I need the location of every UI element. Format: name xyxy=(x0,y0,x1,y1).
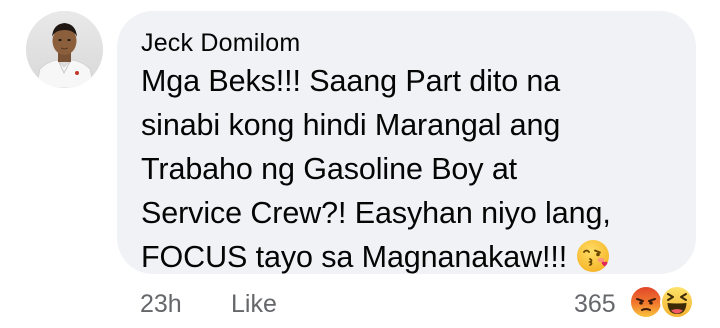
comment-text: Mga Beks!!! Saang Part dito na sinabi ko… xyxy=(141,59,689,286)
comment-timestamp[interactable]: 23h xyxy=(140,288,182,320)
comment-text-line: Service Crew?! Easyhan niyo lang, xyxy=(141,196,611,230)
comment-text-line-content: FOCUS tayo sa Magnanakaw!!! xyxy=(141,240,568,274)
comment-text-line-last: FOCUS tayo sa Magnanakaw!!! xyxy=(141,235,689,286)
haha-reaction-icon xyxy=(659,284,695,320)
face-blowing-kiss-icon xyxy=(575,238,611,286)
comment-text-line: sinabi kong hindi Marangal ang xyxy=(141,108,561,142)
reaction-count[interactable]: 365 xyxy=(574,288,616,320)
comment-text-line: Mga Beks!!! Saang Part dito na xyxy=(141,64,561,98)
comment-text-line: Trabaho ng Gasoline Boy at xyxy=(141,152,518,186)
like-button[interactable]: Like xyxy=(231,288,277,320)
comment-bubble: Jeck Domilom Mga Beks!!! Saang Part dito… xyxy=(117,11,696,274)
reaction-summary[interactable]: 365 xyxy=(574,284,704,324)
comment-author[interactable]: Jeck Domilom xyxy=(141,28,300,58)
avatar[interactable] xyxy=(26,11,103,88)
